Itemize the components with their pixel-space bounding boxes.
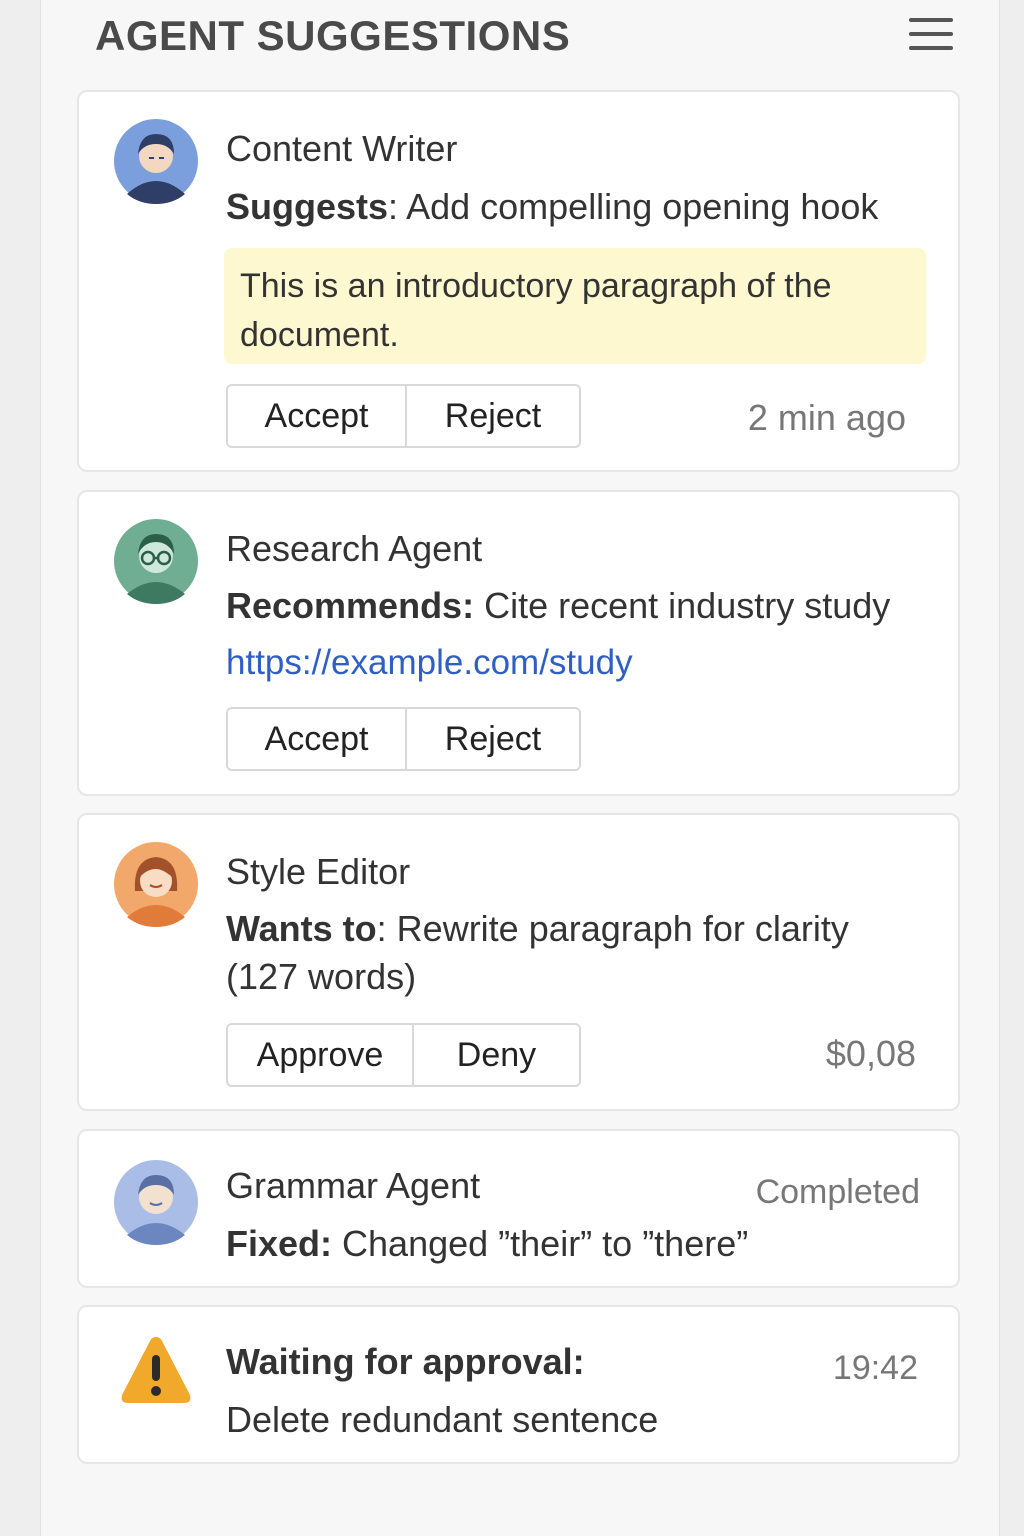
action-button-group: Approve Deny — [226, 1023, 581, 1087]
suggestion-card-style-editor: Style Editor Wants to: Rewrite paragraph… — [77, 813, 960, 1111]
suggestion-text: Fixed: Changed ”their” to ”there” — [226, 1223, 748, 1265]
action-label: Wants to — [226, 908, 377, 949]
action-button-group: Accept Reject — [226, 384, 581, 448]
action-label: Recommends: — [226, 585, 475, 626]
agent-name: Research Agent — [226, 528, 483, 569]
page-title: AGENT SUGGESTIONS — [95, 12, 571, 59]
suggestion-card-content-writer: Content Writer Suggests: Add compelling … — [77, 90, 960, 472]
action-text: Cite recent industry study — [484, 585, 891, 626]
action-label: Fixed: — [226, 1223, 333, 1264]
research-agent-avatar — [113, 518, 199, 604]
hamburger-menu-icon[interactable] — [907, 14, 955, 54]
suggestion-text: Suggests: Add compelling opening hook — [226, 186, 878, 228]
style-editor-avatar — [113, 841, 199, 927]
approve-button[interactable]: Approve — [228, 1025, 412, 1085]
grammar-agent-avatar — [113, 1159, 199, 1245]
suggestion-text: Wants to: Rewrite paragraph for clarity — [226, 908, 849, 950]
pending-title: Waiting for approval: — [226, 1341, 585, 1382]
suggestion-text: Recommends: Cite recent industry study — [226, 585, 890, 627]
action-text: Add compelling opening hook — [406, 186, 879, 227]
action-separator: : — [376, 908, 397, 949]
accept-button[interactable]: Accept — [228, 709, 405, 769]
content-writer-avatar — [113, 118, 199, 204]
action-separator — [474, 585, 484, 626]
pending-time: 19:42 — [832, 1349, 918, 1387]
timestamp: 2 min ago — [747, 397, 906, 438]
status-badge: Completed — [755, 1173, 920, 1211]
header: AGENT SUGGESTIONS — [95, 6, 955, 66]
pending-action-text: Delete redundant sentence — [226, 1399, 659, 1440]
quoted-paragraph: This is an introductory paragraph of the… — [224, 248, 926, 364]
action-separator: : — [388, 186, 407, 227]
action-label: Suggests — [226, 186, 389, 227]
study-link[interactable]: https://example.com/study — [226, 643, 633, 683]
agent-name: Content Writer — [226, 128, 458, 169]
reject-button[interactable]: Reject — [404, 709, 579, 769]
suggestion-card-research-agent: Research Agent Recommends: Cite recent i… — [77, 490, 960, 796]
cost-value: $0,08 — [825, 1033, 916, 1074]
accept-button[interactable]: Accept — [228, 386, 405, 446]
action-button-group: Accept Reject — [226, 707, 581, 771]
reject-button[interactable]: Reject — [404, 386, 579, 446]
suggestion-card-grammar-agent: Grammar Agent Fixed: Changed ”their” to … — [77, 1129, 960, 1288]
deny-button[interactable]: Deny — [411, 1025, 579, 1085]
pending-approval-card: Waiting for approval: Delete redundant s… — [77, 1305, 960, 1464]
warning-icon — [119, 1333, 193, 1407]
action-text: Changed ”their” to ”there” — [342, 1223, 749, 1264]
agent-name: Style Editor — [226, 851, 411, 892]
action-text: Rewrite paragraph for clarity — [396, 908, 849, 949]
word-count: (127 words) — [226, 956, 417, 997]
action-separator — [332, 1223, 342, 1264]
agent-name: Grammar Agent — [226, 1165, 481, 1206]
